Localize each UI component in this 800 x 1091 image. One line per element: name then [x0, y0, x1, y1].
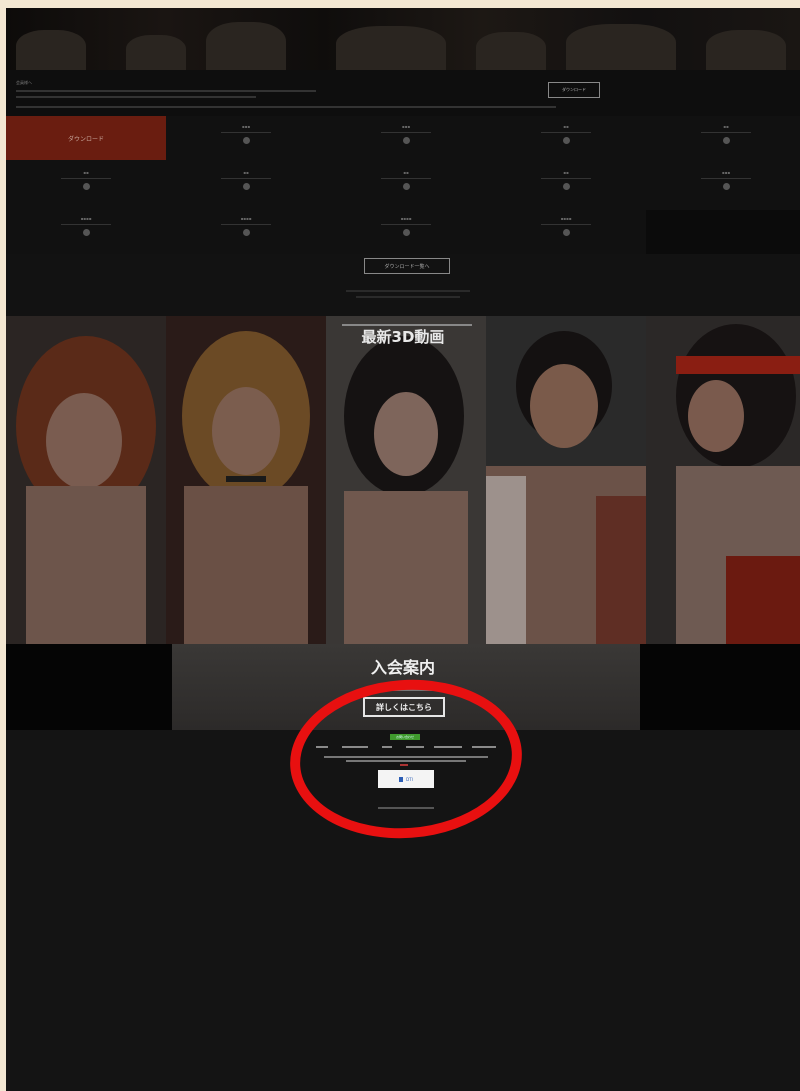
- download-cell[interactable]: ▪▪▪▪: [331, 210, 481, 250]
- tab-download[interactable]: ダウンロード: [6, 116, 166, 160]
- download-cell[interactable]: ▪▪▪: [331, 118, 481, 158]
- download-icon: [82, 229, 90, 236]
- download-cell[interactable]: ▪▪: [491, 118, 641, 158]
- download-icon: [402, 183, 410, 190]
- download-cell[interactable]: ▪▪▪▪: [11, 210, 161, 250]
- download-icon: [242, 137, 250, 144]
- view-downloads-button[interactable]: ダウンロード一覧へ: [364, 258, 450, 274]
- download-icon: [722, 137, 730, 144]
- model-photo[interactable]: [646, 316, 800, 644]
- download-grid: ダウンロード ▪▪▪ ▪▪▪ ▪▪ ▪▪ ▪▪ ▪▪ ▪▪ ▪▪ ▪▪▪ ▪▪▪…: [6, 116, 800, 254]
- download-cell[interactable]: ▪▪: [331, 164, 481, 204]
- model-photo[interactable]: [6, 316, 166, 644]
- model-photo[interactable]: [326, 316, 486, 644]
- download-icon: [562, 229, 570, 236]
- grid-filler: [646, 210, 800, 254]
- join-title: 入会案内: [370, 658, 435, 677]
- download-cell[interactable]: ▪▪▪: [171, 118, 321, 158]
- download-cell[interactable]: ▪▪▪: [651, 164, 800, 204]
- header-banner: [6, 8, 800, 70]
- view-note: [356, 296, 460, 298]
- download-icon: [242, 229, 250, 236]
- model-photo[interactable]: [486, 316, 646, 644]
- download-cell[interactable]: ▪▪: [11, 164, 161, 204]
- download-icon: [562, 137, 570, 144]
- download-icon: [402, 137, 410, 144]
- download-cell[interactable]: ▪▪: [171, 164, 321, 204]
- model-photo[interactable]: [166, 316, 326, 644]
- view-note: [346, 290, 470, 292]
- download-cell[interactable]: ▪▪: [651, 118, 800, 158]
- download-icon: [402, 229, 410, 236]
- page: 会員様へ ダウンロード ダウンロード ▪▪▪ ▪▪▪ ▪▪ ▪▪ ▪▪ ▪▪ ▪…: [6, 8, 800, 1091]
- info-title: 会員様へ: [16, 80, 32, 85]
- download-icon: [242, 183, 250, 190]
- download-icon: [562, 183, 570, 190]
- download-cell[interactable]: ▪▪▪▪: [171, 210, 321, 250]
- download-icon: [722, 183, 730, 190]
- photo-strip: [6, 316, 800, 644]
- member-info-section: 会員様へ ダウンロード: [6, 70, 800, 122]
- download-icon: [82, 183, 90, 190]
- section-title: 最新3D動画: [361, 328, 445, 346]
- download-button[interactable]: ダウンロード: [548, 82, 600, 98]
- download-cell[interactable]: ▪▪▪▪: [491, 210, 641, 250]
- download-cell[interactable]: ▪▪: [491, 164, 641, 204]
